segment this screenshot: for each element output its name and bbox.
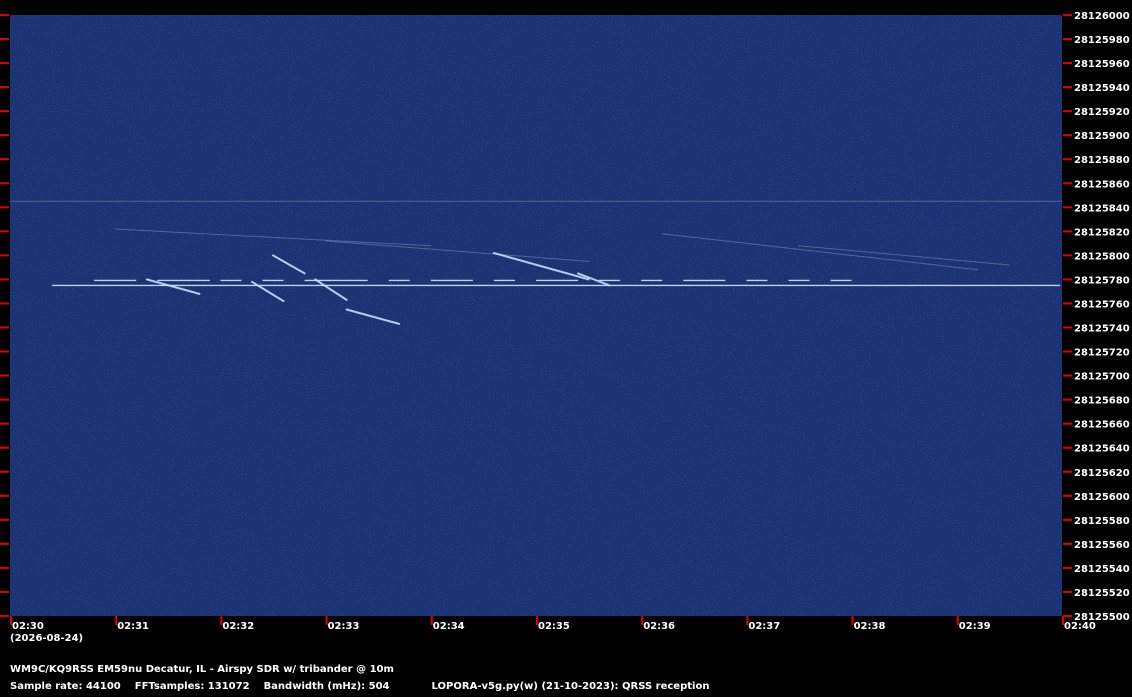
x-tick-label: 02:36 xyxy=(643,621,675,632)
y-tick-mark-left xyxy=(0,206,9,209)
x-tick-label: 02:39 xyxy=(959,621,991,632)
y-tick-mark-right xyxy=(1063,470,1072,473)
y-tick-label: 28125660 xyxy=(1074,420,1130,431)
y-tick-mark-right xyxy=(1063,494,1072,497)
x-tick-label: 02:35 xyxy=(538,621,570,632)
y-tick-label: 28125900 xyxy=(1074,131,1130,142)
y-tick-mark-left xyxy=(0,230,9,233)
y-tick-mark-right xyxy=(1063,62,1072,65)
y-tick-mark-right xyxy=(1063,134,1072,137)
y-tick-label: 28125680 xyxy=(1074,396,1130,407)
y-tick-mark-left xyxy=(0,302,9,305)
y-tick-label: 28125600 xyxy=(1074,492,1130,503)
y-tick-label: 28125640 xyxy=(1074,444,1130,455)
station-info: WM9C/KQ9RSS EM59nu Decatur, IL - Airspy … xyxy=(10,664,394,675)
y-tick-mark-left xyxy=(0,398,9,401)
y-tick-mark-right xyxy=(1063,230,1072,233)
y-tick-mark-left xyxy=(0,566,9,569)
y-tick-label: 28125920 xyxy=(1074,107,1130,118)
y-tick-mark-left xyxy=(0,278,9,281)
y-tick-mark-left xyxy=(0,542,9,545)
sample-rate: Sample rate: 44100 xyxy=(10,681,121,692)
y-tick-label: 28125980 xyxy=(1074,35,1130,46)
y-tick-mark-right xyxy=(1063,542,1072,545)
y-tick-label: 28125880 xyxy=(1074,155,1130,166)
y-tick-label: 28125720 xyxy=(1074,348,1130,359)
y-tick-mark-right xyxy=(1063,254,1072,257)
x-tick-label: 02:38 xyxy=(854,621,886,632)
x-tick-label: 02:30 xyxy=(12,621,44,632)
y-tick-label: 28125800 xyxy=(1074,251,1130,262)
y-tick-mark-left xyxy=(0,422,9,425)
x-axis: 02:30 02:31 02:32 02:33 02:34 02:35 02:36 02:37… xyxy=(10,616,1096,632)
y-tick-mark-left xyxy=(0,14,9,16)
y-tick-mark-right xyxy=(1063,278,1072,281)
y-tick-mark-left xyxy=(0,615,9,617)
software-version: LOPORA-v5g.py(w) (21-10-2023): QRSS rece… xyxy=(431,681,710,692)
x-tick-label: 02:32 xyxy=(222,621,254,632)
y-tick-label: 28125740 xyxy=(1074,324,1130,335)
x-tick-label: 02:40 xyxy=(1064,621,1096,632)
y-tick-mark-left xyxy=(0,110,9,113)
y-tick-mark-right xyxy=(1063,446,1072,449)
receiver-info: Sample rate: 44100 FFTsamples: 131072 Band… xyxy=(10,681,723,693)
y-tick-label: 28125520 xyxy=(1074,588,1130,599)
y-tick-mark-left xyxy=(0,158,9,161)
y-tick-mark-left xyxy=(0,134,9,137)
y-tick-label: 28125540 xyxy=(1074,564,1130,575)
y-tick-mark-right xyxy=(1063,590,1072,593)
y-tick-mark-left xyxy=(0,86,9,89)
y-tick-label: 28125580 xyxy=(1074,516,1130,527)
y-tick-mark-right xyxy=(1063,38,1072,41)
y-tick-mark-left xyxy=(0,182,9,185)
y-tick-mark-left xyxy=(0,62,9,65)
fft-samples: FFTsamples: 131072 xyxy=(134,681,250,692)
y-tick-label: 28126000 xyxy=(1074,11,1130,22)
qrss-grabber-chart: 28126000 28125980 28125960 28125940 28125920… xyxy=(0,11,1130,644)
y-tick-mark-right xyxy=(1063,566,1072,569)
y-tick-mark-right xyxy=(1063,86,1072,89)
x-tick-label: 02:37 xyxy=(748,621,780,632)
y-tick-mark-right xyxy=(1063,158,1072,161)
y-tick-mark-right xyxy=(1063,422,1072,425)
y-tick-mark-right xyxy=(1063,182,1072,185)
y-tick-mark-right xyxy=(1063,326,1072,329)
y-tick-mark-left xyxy=(0,494,9,497)
y-tick-mark-right xyxy=(1063,110,1072,113)
y-tick-mark-left xyxy=(0,374,9,377)
y-tick-label: 28125860 xyxy=(1074,179,1130,190)
y-tick-mark-right xyxy=(1063,398,1072,401)
bandwidth: Bandwidth (mHz): 504 xyxy=(263,681,390,692)
y-tick-mark-right xyxy=(1063,350,1072,353)
y-tick-label: 28125820 xyxy=(1074,227,1130,238)
y-tick-mark-left xyxy=(0,446,9,449)
plot-noise xyxy=(10,15,1062,616)
y-tick-label: 28125620 xyxy=(1074,468,1130,479)
y-tick-label: 28125780 xyxy=(1074,275,1130,286)
x-tick-label: 02:33 xyxy=(328,621,360,632)
y-tick-label: 28125960 xyxy=(1074,59,1130,70)
y-tick-mark-right xyxy=(1063,206,1072,209)
y-tick-mark-left xyxy=(0,254,9,257)
y-tick-label: 28125840 xyxy=(1074,203,1130,214)
y-tick-label: 28125940 xyxy=(1074,83,1130,94)
date-label: (2026-08-24) xyxy=(10,633,83,644)
y-tick-label: 28125760 xyxy=(1074,299,1130,310)
y-tick-mark-left xyxy=(0,590,9,593)
y-tick-label: 28125560 xyxy=(1074,540,1130,551)
y-tick-mark-left xyxy=(0,350,9,353)
y-tick-label: 28125700 xyxy=(1074,372,1130,383)
y-tick-mark-right xyxy=(1063,374,1072,377)
y-tick-mark-right xyxy=(1063,518,1072,521)
y-tick-mark-right xyxy=(1063,14,1072,16)
y-tick-mark-right xyxy=(1063,302,1072,305)
y-tick-mark-left xyxy=(0,38,9,41)
y-tick-mark-left xyxy=(0,470,9,473)
x-tick-label: 02:31 xyxy=(117,621,149,632)
y-tick-mark-right xyxy=(1063,615,1072,617)
y-tick-mark-left xyxy=(0,326,9,329)
x-tick-label: 02:34 xyxy=(433,621,465,632)
y-tick-mark-left xyxy=(0,518,9,521)
